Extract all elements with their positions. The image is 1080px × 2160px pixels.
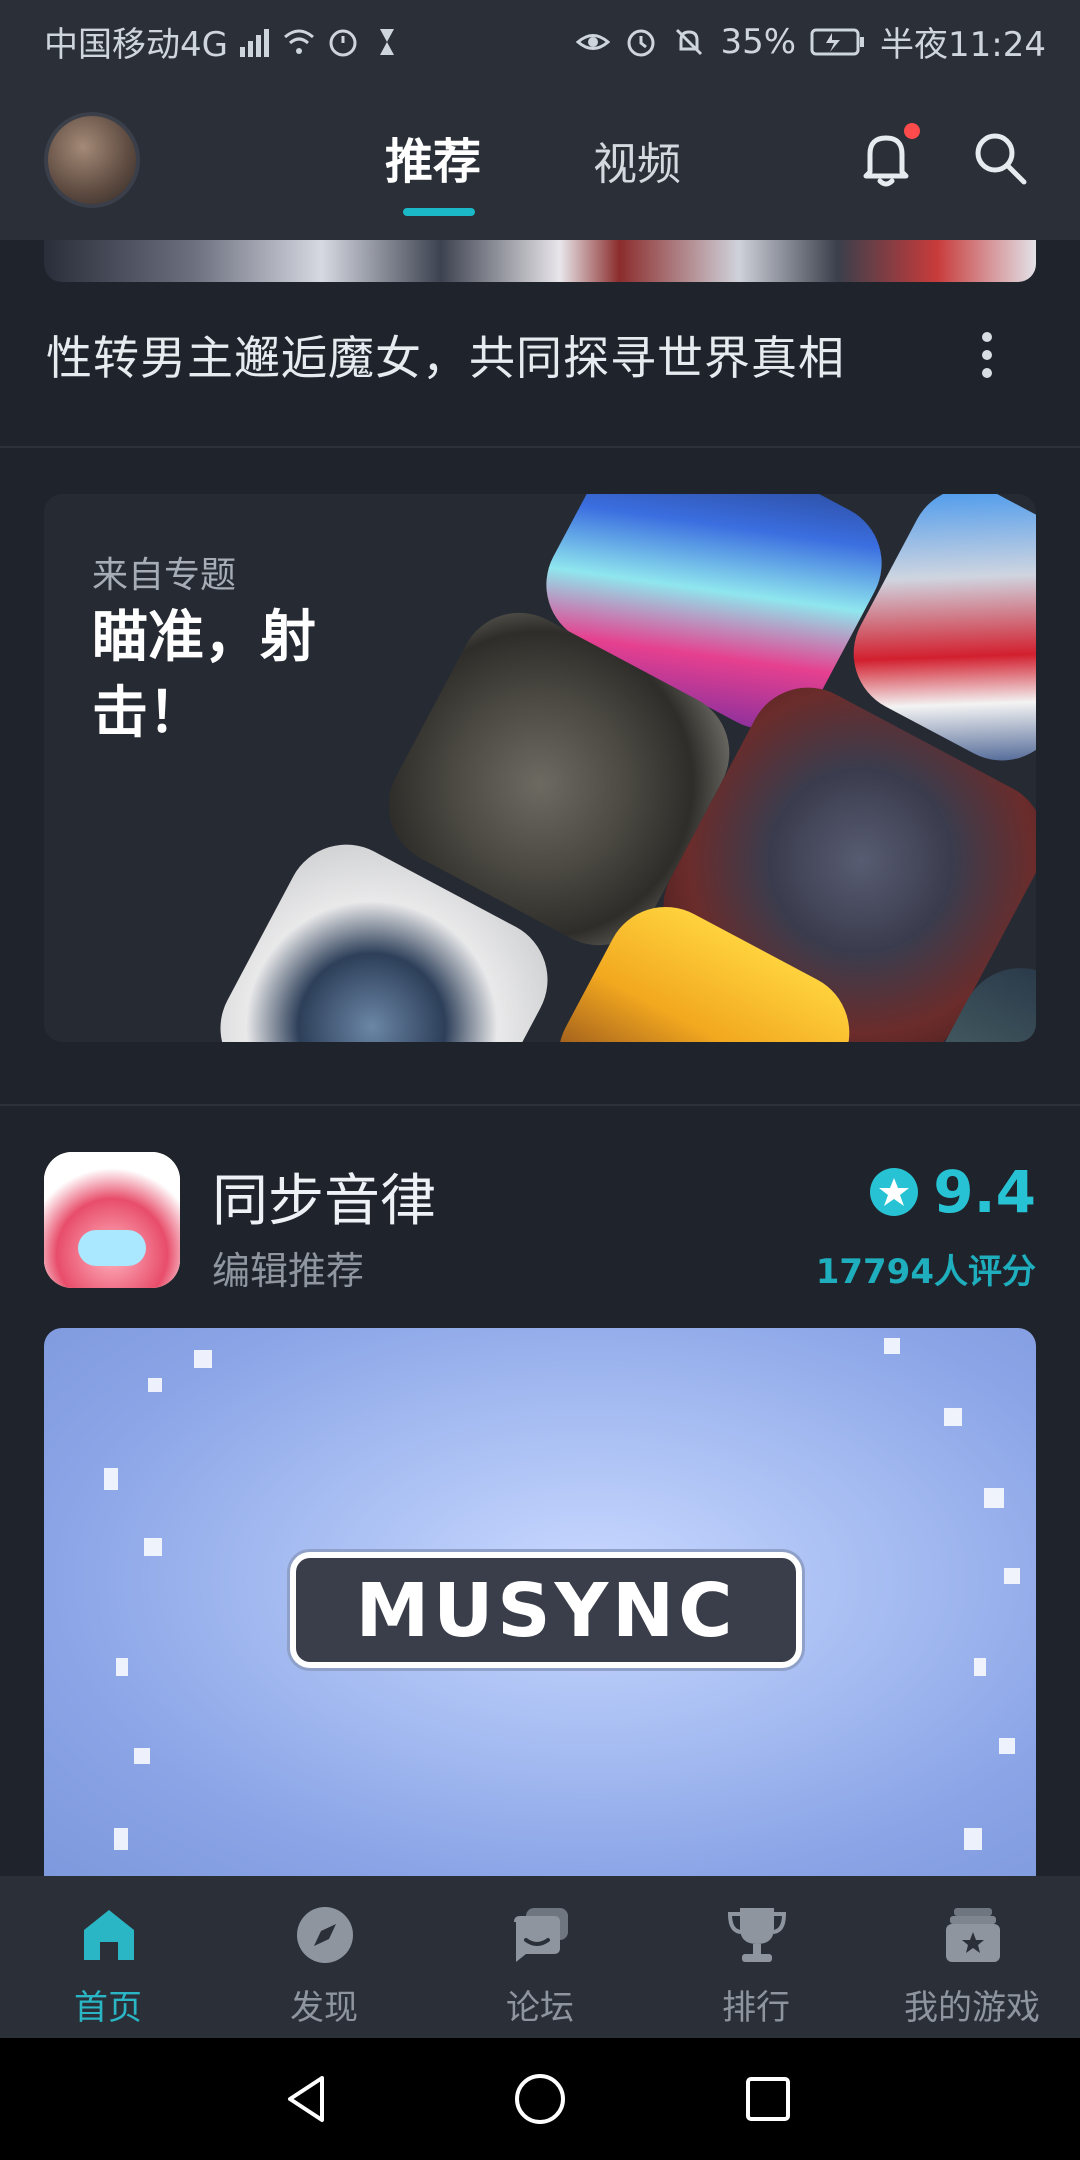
tab-recommend[interactable]: 推荐 bbox=[385, 122, 481, 192]
search-icon[interactable] bbox=[970, 128, 1030, 188]
nav-forum[interactable]: 论坛 bbox=[432, 1876, 648, 2038]
trophy-icon bbox=[727, 1908, 787, 1962]
tab-video[interactable]: 视频 bbox=[593, 128, 681, 192]
decor-square bbox=[884, 1338, 900, 1354]
system-navigation-bar bbox=[0, 2038, 1080, 2160]
app-header: 推荐 视频 bbox=[0, 74, 1080, 240]
mute-bell-icon bbox=[676, 28, 703, 55]
my-games-icon bbox=[946, 1908, 1000, 1962]
hourglass-icon bbox=[379, 28, 394, 55]
compass-icon bbox=[297, 1907, 353, 1963]
nav-label: 我的游戏 bbox=[904, 1988, 1040, 2028]
back-icon[interactable] bbox=[282, 2074, 332, 2124]
rating-count: 17794人评分 bbox=[815, 1252, 1036, 1292]
battery-percent: 35% bbox=[720, 21, 797, 62]
game-logo-text: MUSYNC bbox=[355, 1568, 737, 1654]
nav-label: 排行 bbox=[722, 1988, 790, 2028]
home-icon bbox=[84, 1910, 134, 1960]
nav-label: 论坛 bbox=[506, 1988, 574, 2028]
rating: 9.4 bbox=[869, 1158, 1036, 1226]
decor-square bbox=[999, 1738, 1015, 1754]
game-logo: MUSYNC bbox=[290, 1552, 802, 1668]
decor-square bbox=[944, 1408, 962, 1426]
topic-card[interactable]: 来自专题 瞄准，射击！ bbox=[44, 494, 1036, 1042]
star-badge-icon bbox=[870, 1168, 919, 1216]
app-subtitle: 编辑推荐 bbox=[212, 1249, 365, 1293]
decor-square bbox=[116, 1658, 128, 1676]
decor-square bbox=[194, 1350, 212, 1368]
forum-icon bbox=[514, 1908, 568, 1962]
video-title[interactable]: 性转男主邂逅魔女，共同探寻世界真相 bbox=[46, 322, 845, 388]
nav-ranking[interactable]: 排行 bbox=[648, 1876, 864, 2038]
decor-square bbox=[144, 1538, 162, 1556]
nav-discover[interactable]: 发现 bbox=[216, 1876, 432, 2038]
nav-my-games[interactable]: 我的游戏 bbox=[864, 1876, 1080, 2038]
alarm-icon bbox=[627, 29, 655, 56]
topic-source-label: 来自专题 bbox=[92, 555, 237, 596]
section-divider bbox=[0, 1104, 1080, 1106]
notification-dot bbox=[904, 123, 920, 139]
carrier-label: 中国移动4G bbox=[44, 25, 228, 65]
recent-apps-icon[interactable] bbox=[744, 2075, 792, 2123]
rating-score: 9.4 bbox=[933, 1158, 1036, 1226]
decor-square bbox=[134, 1748, 150, 1764]
eye-icon bbox=[576, 33, 611, 50]
video-thumbnail[interactable] bbox=[44, 240, 1036, 282]
clock: 半夜11:24 bbox=[880, 25, 1046, 65]
decor-square bbox=[104, 1468, 118, 1490]
topic-title: 瞄准，射击！ bbox=[92, 605, 316, 746]
signal-icon bbox=[239, 28, 269, 57]
decor-square bbox=[1004, 1568, 1020, 1584]
app-name[interactable]: 同步音律 bbox=[212, 1156, 436, 1237]
active-tab-indicator bbox=[403, 208, 475, 216]
nav-home[interactable]: 首页 bbox=[0, 1876, 216, 2038]
game-banner[interactable]: MUSYNC bbox=[44, 1328, 1036, 1888]
decor-square bbox=[148, 1378, 162, 1392]
battery-icon bbox=[810, 28, 865, 55]
home-circle-icon[interactable] bbox=[513, 2072, 567, 2126]
nav-label: 发现 bbox=[290, 1988, 358, 2028]
bottom-nav: 首页 发现 论坛 排行 我的游戏 bbox=[0, 1876, 1080, 2038]
more-options-icon[interactable] bbox=[980, 330, 994, 380]
decor-square bbox=[114, 1828, 128, 1850]
wifi-icon bbox=[284, 29, 314, 54]
timer-icon bbox=[329, 29, 357, 56]
app-icon[interactable] bbox=[44, 1152, 180, 1288]
decor-square bbox=[974, 1658, 986, 1676]
decor-square bbox=[984, 1488, 1004, 1508]
status-bar: 中国移动4G 35% 半夜11:24 bbox=[0, 0, 1080, 74]
decor-square bbox=[964, 1828, 982, 1850]
avatar[interactable] bbox=[44, 112, 140, 208]
nav-label: 首页 bbox=[74, 1988, 142, 2028]
section-divider bbox=[0, 446, 1080, 448]
